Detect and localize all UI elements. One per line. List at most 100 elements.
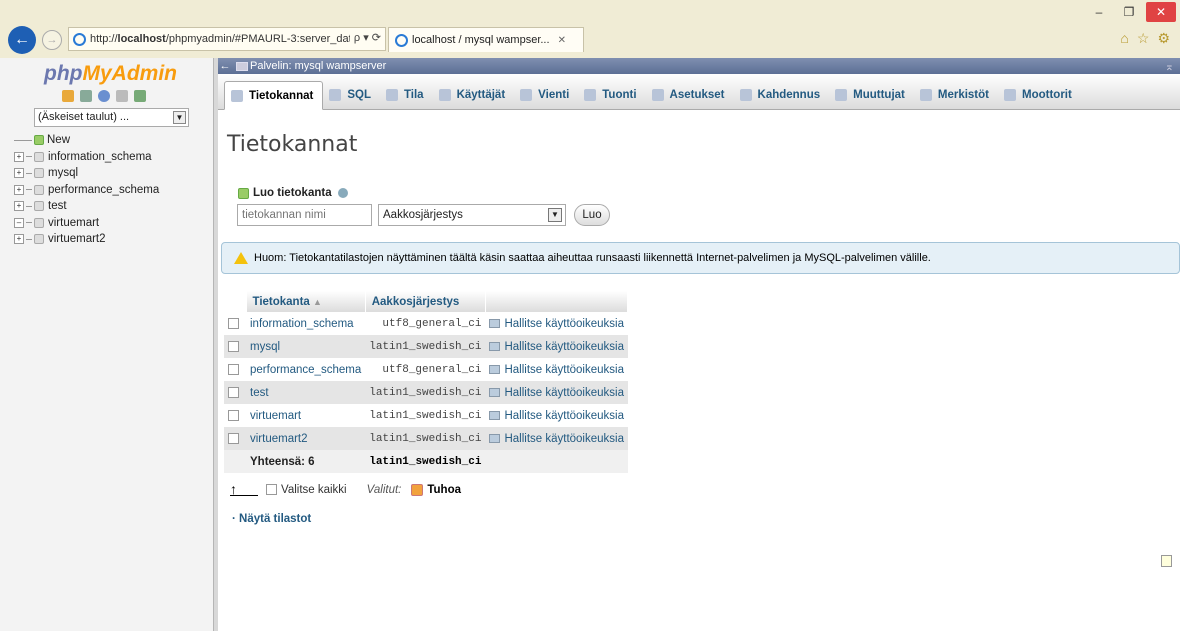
arrow-up-icon: ↑ bbox=[230, 482, 258, 496]
engines-icon bbox=[1004, 89, 1016, 101]
home-nav-icon[interactable] bbox=[62, 90, 74, 102]
tab-favicon-icon bbox=[395, 33, 408, 47]
drop-button[interactable]: Tuhoa bbox=[427, 484, 461, 496]
sql-icon bbox=[329, 89, 342, 101]
tab-charsets[interactable]: Merkistöt bbox=[914, 81, 998, 109]
tree-item-performance-schema[interactable]: + performance_schema bbox=[14, 182, 159, 199]
server-label[interactable]: Palvelin: mysql wampserver bbox=[250, 60, 386, 72]
logout-icon[interactable] bbox=[80, 90, 92, 102]
tab-export[interactable]: Vienti bbox=[514, 81, 578, 109]
variables-icon bbox=[835, 89, 848, 101]
show-statistics-link[interactable]: · Näytä tilastot bbox=[232, 513, 311, 525]
tree-item-mysql[interactable]: + mysql bbox=[14, 165, 159, 182]
table-total-row: Yhteensä: 6 latin1_swedish_ci bbox=[224, 450, 628, 473]
recent-tables-select[interactable]: (Äskeiset taulut) ... ▼ bbox=[34, 108, 189, 127]
privileges-icon bbox=[489, 365, 501, 374]
tab-sql[interactable]: SQL bbox=[323, 81, 380, 109]
check-privileges-link[interactable]: Hallitse käyttöoikeuksia bbox=[489, 433, 624, 445]
database-tree: New + information_schema + mysql + perfo… bbox=[14, 132, 159, 248]
row-checkbox[interactable] bbox=[228, 386, 239, 398]
column-header-database[interactable]: Tietokanta ▲ bbox=[246, 291, 366, 312]
expand-icon[interactable]: + bbox=[14, 234, 24, 245]
create-button[interactable]: Luo bbox=[574, 204, 610, 226]
address-bar[interactable]: http://localhost/phpmyadmin/#PMAURL-3:se… bbox=[68, 27, 386, 51]
select-all-checkbox[interactable] bbox=[266, 484, 277, 495]
close-window-button[interactable]: ✕ bbox=[1146, 2, 1176, 22]
check-privileges-link[interactable]: Hallitse käyttöoikeuksia bbox=[489, 387, 624, 399]
import-icon bbox=[584, 89, 597, 101]
tab-databases[interactable]: Tietokannat bbox=[224, 81, 324, 110]
window-controls: – ❐ ✕ bbox=[1086, 2, 1176, 22]
total-collation: latin1_swedish_ci bbox=[365, 450, 486, 473]
home-icon[interactable]: ⌂ bbox=[1120, 30, 1128, 47]
status-icon bbox=[385, 89, 398, 101]
expand-icon[interactable]: + bbox=[14, 184, 24, 195]
warning-icon bbox=[234, 252, 248, 264]
maximize-button[interactable]: ❐ bbox=[1116, 2, 1142, 22]
reload-icon[interactable] bbox=[134, 90, 146, 102]
collapse-icon[interactable]: – bbox=[14, 217, 24, 228]
expand-icon[interactable]: + bbox=[14, 168, 24, 179]
drop-icon[interactable] bbox=[411, 483, 424, 496]
privileges-icon bbox=[489, 388, 501, 397]
tab-users[interactable]: Käyttäjät bbox=[433, 81, 515, 109]
tree-item-virtuemart2[interactable]: + virtuemart2 bbox=[14, 231, 159, 248]
minimize-button[interactable]: – bbox=[1086, 2, 1112, 22]
ie-icon bbox=[73, 32, 86, 46]
tree-item-test[interactable]: + test bbox=[14, 198, 159, 215]
row-checkbox[interactable] bbox=[228, 363, 239, 375]
check-privileges-link[interactable]: Hallitse käyttöoikeuksia bbox=[489, 364, 624, 376]
expand-icon[interactable]: + bbox=[14, 201, 24, 212]
check-privileges-link[interactable]: Hallitse käyttöoikeuksia bbox=[489, 410, 624, 422]
back-button[interactable]: ← bbox=[8, 26, 36, 54]
docs-icon[interactable] bbox=[116, 90, 128, 102]
tree-item-information-schema[interactable]: + information_schema bbox=[14, 149, 159, 166]
tab-status[interactable]: Tila bbox=[380, 81, 433, 109]
database-link[interactable]: virtuemart bbox=[246, 404, 366, 427]
favorites-star-icon[interactable]: ☆ bbox=[1137, 30, 1150, 47]
row-checkbox[interactable] bbox=[228, 409, 239, 421]
scroll-top-icon[interactable]: ⌅ bbox=[1165, 60, 1174, 73]
help-icon[interactable] bbox=[98, 90, 110, 102]
tab-engines[interactable]: Moottorit bbox=[998, 81, 1081, 109]
browser-tab[interactable]: localhost / mysql wampser... ✕ bbox=[388, 27, 584, 52]
row-checkbox[interactable] bbox=[228, 432, 239, 444]
database-link[interactable]: virtuemart2 bbox=[246, 427, 366, 450]
database-link[interactable]: performance_schema bbox=[246, 358, 366, 381]
check-privileges-link[interactable]: Hallitse käyttöoikeuksia bbox=[489, 341, 624, 353]
phpmyadmin-logo[interactable]: phpMyAdmin bbox=[44, 62, 177, 86]
table-row: information_schema utf8_general_ci Halli… bbox=[224, 312, 628, 335]
total-label: Yhteensä: 6 bbox=[246, 450, 366, 473]
tab-replication[interactable]: Kahdennus bbox=[734, 81, 830, 109]
tree-item-virtuemart[interactable]: – virtuemart bbox=[14, 215, 159, 232]
check-privileges-link[interactable]: Hallitse käyttöoikeuksia bbox=[489, 318, 624, 330]
row-checkbox[interactable] bbox=[228, 340, 239, 352]
forward-button[interactable]: → bbox=[42, 30, 62, 50]
row-checkbox[interactable] bbox=[228, 317, 239, 329]
collapse-nav-icon[interactable]: ← bbox=[218, 60, 232, 72]
tab-settings[interactable]: Asetukset bbox=[646, 81, 734, 109]
expand-icon[interactable]: + bbox=[14, 151, 24, 162]
console-icon[interactable] bbox=[1161, 555, 1172, 567]
tools-gear-icon[interactable]: ⚙ bbox=[1157, 30, 1170, 47]
database-link[interactable]: test bbox=[246, 381, 366, 404]
database-icon bbox=[34, 217, 44, 228]
collation-select[interactable]: Aakkosjärjestys ▼ bbox=[378, 204, 566, 226]
browser-toolbar-right: ⌂ ☆ ⚙ bbox=[1120, 30, 1170, 47]
charsets-icon bbox=[919, 89, 932, 101]
wrench-icon bbox=[651, 89, 664, 101]
tab-close-icon[interactable]: ✕ bbox=[558, 35, 566, 46]
select-all-label[interactable]: Valitse kaikki bbox=[281, 484, 347, 496]
database-name-input[interactable] bbox=[237, 204, 372, 226]
address-tools[interactable]: ρ ▾ ⟳ bbox=[349, 31, 381, 44]
databases-icon bbox=[231, 89, 243, 102]
database-link[interactable]: information_schema bbox=[246, 312, 366, 335]
column-header-collation[interactable]: Aakkosjärjestys bbox=[365, 291, 486, 312]
database-link[interactable]: mysql bbox=[246, 335, 366, 358]
replication-icon bbox=[739, 89, 752, 101]
tab-variables[interactable]: Muuttujat bbox=[829, 81, 914, 109]
help-icon[interactable] bbox=[337, 188, 348, 198]
table-row: virtuemart latin1_swedish_ci Hallitse kä… bbox=[224, 404, 628, 427]
tree-item-new[interactable]: New bbox=[14, 132, 159, 149]
tab-import[interactable]: Tuonti bbox=[578, 81, 645, 109]
